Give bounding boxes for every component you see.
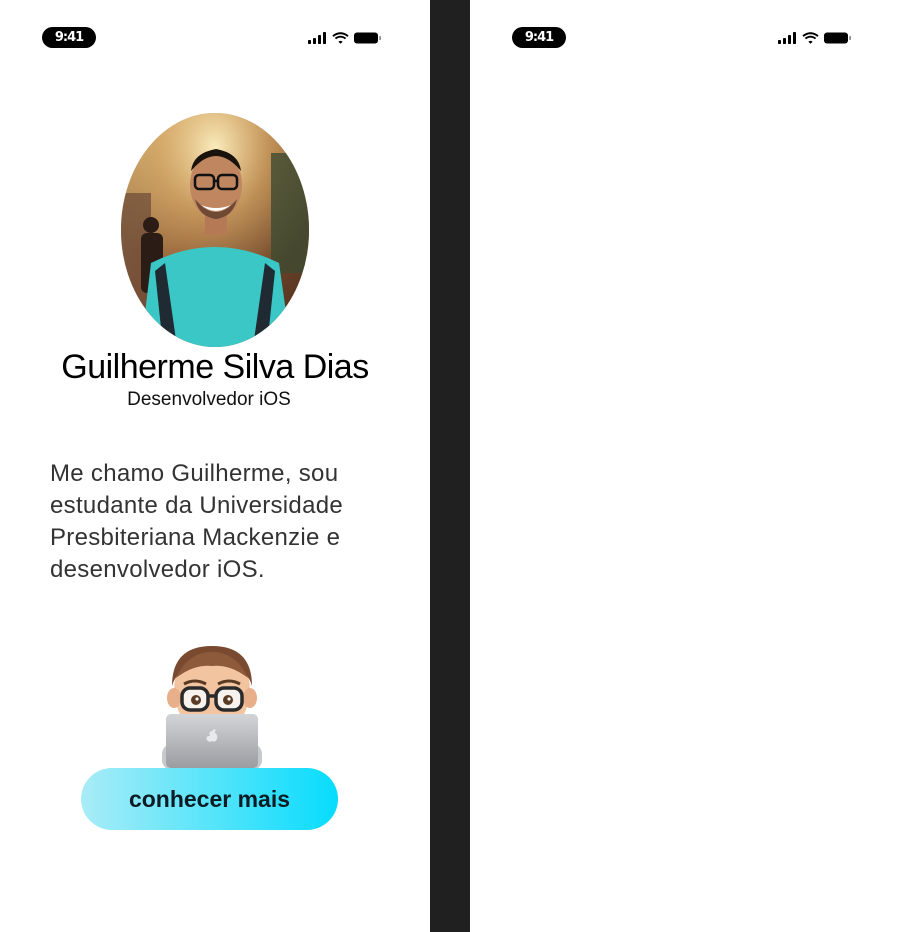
wifi-icon — [802, 32, 819, 44]
status-bar: 9:41 — [0, 0, 430, 70]
canvas: 9:41 Guilherme Silva Dias Desenvolvedor … — [0, 0, 900, 932]
profile-name: Guilherme Silva Dias — [61, 348, 369, 386]
profile-photo — [121, 113, 309, 347]
blank-screen: 9:41 — [470, 0, 900, 932]
profile-screen: 9:41 Guilherme Silva Dias Desenvolvedor … — [0, 0, 430, 932]
status-bar: 9:41 — [470, 0, 900, 70]
profile-bio: Me chamo Guilherme, sou estudante da Uni… — [50, 460, 344, 583]
battery-icon — [824, 32, 852, 44]
cellular-signal-icon — [308, 32, 327, 44]
status-icons — [778, 30, 852, 46]
status-icons — [308, 30, 382, 46]
status-time: 9:41 — [42, 27, 96, 48]
status-time: 9:41 — [512, 27, 566, 48]
battery-icon — [354, 32, 382, 44]
cellular-signal-icon — [778, 32, 797, 44]
learn-more-button[interactable]: conhecer mais — [81, 768, 338, 830]
profile-role: Desenvolvedor iOS — [127, 389, 291, 410]
screen-divider — [430, 0, 470, 932]
memoji-laptop-illustration — [158, 640, 266, 770]
wifi-icon — [332, 32, 349, 44]
